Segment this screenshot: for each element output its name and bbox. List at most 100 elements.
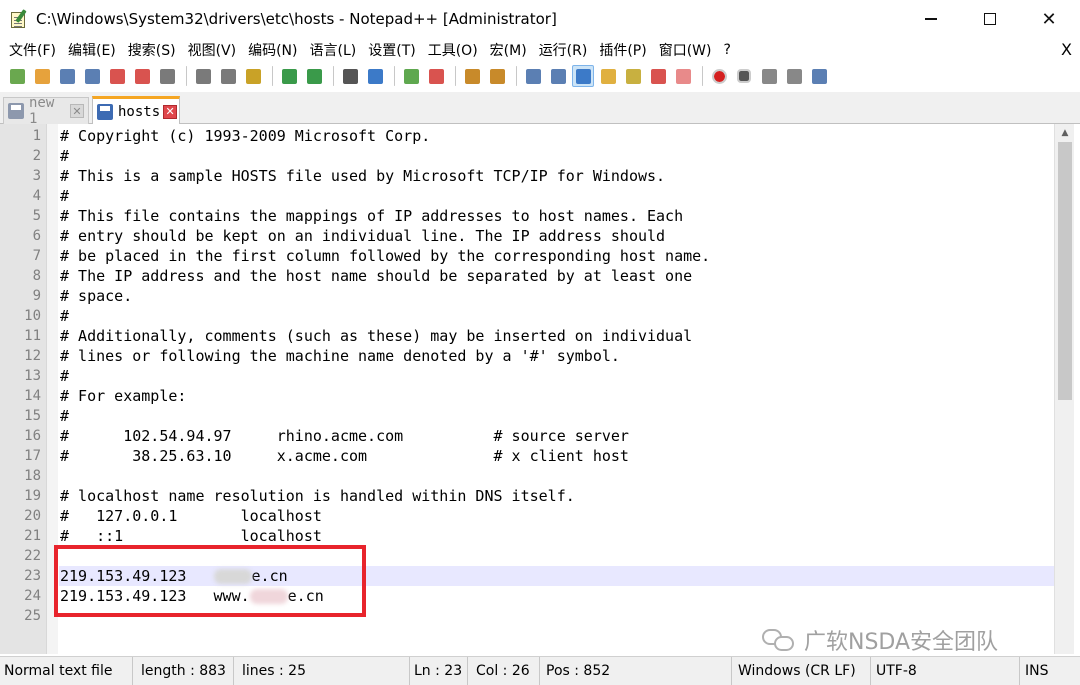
toolbar-separator <box>516 66 517 86</box>
stop-record-button[interactable] <box>733 65 755 87</box>
save-all-button[interactable] <box>81 65 103 87</box>
menu-item[interactable]: 插件(P) <box>596 40 649 60</box>
print-icon <box>159 68 175 84</box>
editor-line-13[interactable]: # <box>60 366 69 386</box>
word-wrap-icon <box>525 68 541 84</box>
replace-button[interactable] <box>364 65 386 87</box>
tab-close-icon[interactable]: ✕ <box>163 104 178 119</box>
status-mode[interactable]: INS <box>1021 657 1080 685</box>
record-macro-button[interactable] <box>708 65 730 87</box>
watermark-text: 广软NSDA安全团队 <box>804 630 999 655</box>
menu-item[interactable]: 视图(V) <box>185 40 240 60</box>
zoom-out-button[interactable] <box>425 65 447 87</box>
sync-vertical-button[interactable] <box>461 65 483 87</box>
zoom-in-button[interactable] <box>400 65 422 87</box>
copy-button[interactable] <box>217 65 239 87</box>
editor-line-4[interactable]: # <box>60 186 69 206</box>
text-editor[interactable]: 1 2 3 4 5 6 7 8 9 10 11 12 13 14 15 16 17 18 19 20 21 22 23 24 2… <box>0 124 1080 654</box>
menu-item[interactable]: 运行(R) <box>536 40 591 60</box>
menu-item[interactable]: 设置(T) <box>365 40 418 60</box>
save-macro-button[interactable] <box>808 65 830 87</box>
maximize-button[interactable] <box>967 0 1013 38</box>
editor-line-21[interactable]: # ::1 localhost <box>60 526 322 546</box>
menu-item[interactable]: 工具(O) <box>425 40 481 60</box>
minimize-button[interactable] <box>908 0 954 38</box>
show-all-chars-button[interactable] <box>547 65 569 87</box>
tab-label: new 1 <box>29 95 55 127</box>
menu-item[interactable]: 宏(M) <box>487 40 530 60</box>
editor-line-5[interactable]: # This file contains the mappings of IP … <box>60 206 683 226</box>
indent-guide-icon <box>575 68 591 84</box>
close-window-button[interactable]: ✕ <box>1026 0 1072 38</box>
editor-line-10[interactable]: # <box>60 306 69 326</box>
close-document-button[interactable]: X <box>1061 40 1072 59</box>
menu-bar: 文件(F) 编辑(E) 搜索(S) 视图(V) 编码(N) 语言(L) 设置(T) 工具(O)… <box>0 38 1080 62</box>
menu-item[interactable]: 语言(L) <box>307 40 360 60</box>
function-list-button[interactable] <box>622 65 644 87</box>
close-all-icon <box>134 68 150 84</box>
editor-line-11[interactable]: # Additionally, comments (such as these)… <box>60 326 692 346</box>
print-button[interactable] <box>156 65 178 87</box>
editor-line-6[interactable]: # entry should be kept on an individual … <box>60 226 665 246</box>
find-button[interactable] <box>339 65 361 87</box>
vertical-scrollbar[interactable]: ▲ <box>1054 124 1074 654</box>
save-button[interactable] <box>56 65 78 87</box>
document-map-icon <box>600 68 616 84</box>
toolbar-separator <box>394 66 395 86</box>
monitoring-button[interactable] <box>672 65 694 87</box>
new-file-button[interactable] <box>6 65 28 87</box>
run-macro-multiple-button[interactable] <box>783 65 805 87</box>
undo-button[interactable] <box>278 65 300 87</box>
editor-line-2[interactable]: # <box>60 146 69 166</box>
menu-item[interactable]: ? <box>721 42 734 58</box>
editor-line-14[interactable]: # For example: <box>60 386 186 406</box>
menu-item[interactable]: 搜索(S) <box>125 40 179 60</box>
paste-button[interactable] <box>242 65 264 87</box>
status-encoding[interactable]: UTF-8 <box>872 657 1020 685</box>
editor-line-17[interactable]: # 38.25.63.10 x.acme.com # x client host <box>60 446 629 466</box>
status-file-type: Normal text file <box>0 657 133 685</box>
run-macro-multiple-icon <box>786 68 802 84</box>
show-all-chars-icon <box>550 68 566 84</box>
redo-button[interactable] <box>303 65 325 87</box>
menu-item[interactable]: 文件(F) <box>6 40 59 60</box>
new-file-icon <box>9 68 25 84</box>
close-all-button[interactable] <box>131 65 153 87</box>
document-map-button[interactable] <box>597 65 619 87</box>
status-eol[interactable]: Windows (CR LF) <box>734 657 871 685</box>
line-number: 23 <box>24 568 41 584</box>
menu-item[interactable]: 编辑(E) <box>65 40 119 60</box>
line-number: 7 <box>32 248 41 264</box>
folder-workspace-button[interactable] <box>647 65 669 87</box>
menu-item[interactable]: 编码(N) <box>245 40 300 60</box>
tab-new-1[interactable]: new 1 ✕ <box>3 95 89 127</box>
editor-line-3[interactable]: # This is a sample HOSTS file used by Mi… <box>60 166 665 186</box>
toolbar-separator <box>272 66 273 86</box>
editor-line-7[interactable]: # be placed in the first column followed… <box>60 246 710 266</box>
save-icon <box>59 68 75 84</box>
open-file-button[interactable] <box>31 65 53 87</box>
sync-horizontal-button[interactable] <box>486 65 508 87</box>
editor-line-1[interactable]: # Copyright (c) 1993-2009 Microsoft Corp… <box>60 126 430 146</box>
editor-line-15[interactable]: # <box>60 406 69 426</box>
indent-guide-button[interactable] <box>572 65 594 87</box>
menu-item[interactable]: 窗口(W) <box>656 40 715 60</box>
editor-line-8[interactable]: # The IP address and the host name shoul… <box>60 266 692 286</box>
stop-record-icon <box>737 69 751 83</box>
redo-icon <box>306 68 322 84</box>
tab-close-icon[interactable]: ✕ <box>70 104 84 118</box>
close-button[interactable] <box>106 65 128 87</box>
playback-macro-button[interactable] <box>758 65 780 87</box>
line-number: 12 <box>24 348 41 364</box>
tab-hosts[interactable]: hosts ✕ <box>92 96 180 124</box>
editor-line-12[interactable]: # lines or following the machine name de… <box>60 346 620 366</box>
status-ln: Ln : 23 <box>410 657 468 685</box>
editor-line-9[interactable]: # space. <box>60 286 132 306</box>
scrollbar-thumb[interactable] <box>1058 142 1072 400</box>
editor-line-19[interactable]: # localhost name resolution is handled w… <box>60 486 575 506</box>
cut-button[interactable] <box>192 65 214 87</box>
editor-line-16[interactable]: # 102.54.94.97 rhino.acme.com # source s… <box>60 426 629 446</box>
word-wrap-button[interactable] <box>522 65 544 87</box>
scroll-up-arrow-icon[interactable]: ▲ <box>1055 124 1075 142</box>
editor-line-20[interactable]: # 127.0.0.1 localhost <box>60 506 322 526</box>
